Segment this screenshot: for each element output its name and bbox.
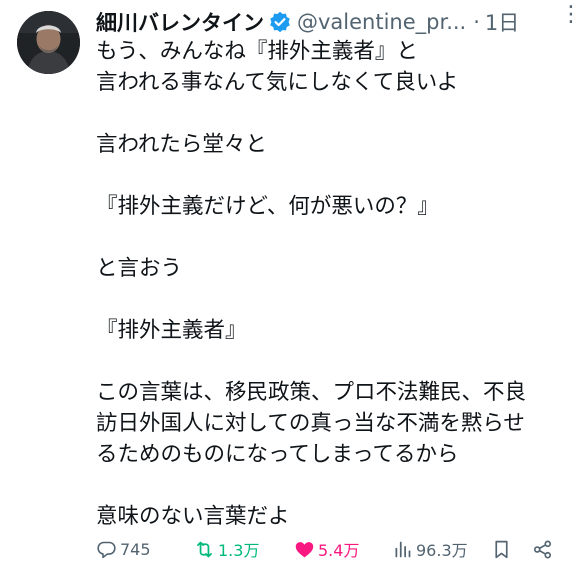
tweet-line: 言われたら堂々と [96,132,267,157]
author-name[interactable]: 細川バレンタイン [96,7,264,37]
separator-dot: · [473,10,480,34]
profile-photo [17,11,80,74]
tweet-line: と言おう [96,256,183,281]
repost-icon [197,541,212,557]
verified-badge-icon [269,11,291,33]
tweet-line: 『排外主義だけど、何が悪いの？』 [96,194,439,219]
like-count: 5.4万 [318,541,360,560]
tweet-line: 『排外主義者』 [96,318,247,343]
tweet-text: もう、みんなね『排外主義者』と言われる事なんて気にしなくて良いよ 言われたら堂々と… [96,36,578,532]
author-handle[interactable]: @valentine_pr... [297,10,466,34]
bookmark-icon [495,540,508,558]
tweet-line: 訪日外国人に対しての真っ当な不満を黙らせ [96,411,525,436]
reply-icon [97,541,116,558]
bookmark-button[interactable] [491,534,515,564]
avatar[interactable] [17,11,80,74]
tweet-line: 言われる事なんて気にしなくて良いよ [96,70,459,95]
share-icon [533,540,552,558]
action-bar: 745 1.3万 5.4万 96.3万 [96,534,566,564]
tweet-line: この言葉は、移民政策、プロ不法難民、不良 [96,380,527,405]
view-count: 96.3万 [416,541,468,560]
tweet-line: 意味のない言葉だよ [96,504,290,529]
views-button[interactable]: 96.3万 [392,534,468,564]
reply-button[interactable]: 745 [96,534,151,564]
repost-button[interactable]: 1.3万 [194,534,259,564]
repost-count: 1.3万 [218,541,260,560]
tweet-header: 細川バレンタイン @valentine_pr... · 1日 [96,6,575,38]
more-dots-icon[interactable]: ⋮ [560,2,583,27]
like-button[interactable]: 5.4万 [294,534,359,564]
tweet-line: もう、みんなね『排外主義者』と [96,39,418,64]
tweet-line: るためのものになってしまってるから [96,442,459,467]
reply-count: 745 [120,539,151,559]
share-button[interactable] [532,534,556,564]
heart-filled-icon [295,541,314,557]
tweet-timestamp[interactable]: 1日 [485,7,519,37]
views-bar-chart-icon [395,541,411,557]
